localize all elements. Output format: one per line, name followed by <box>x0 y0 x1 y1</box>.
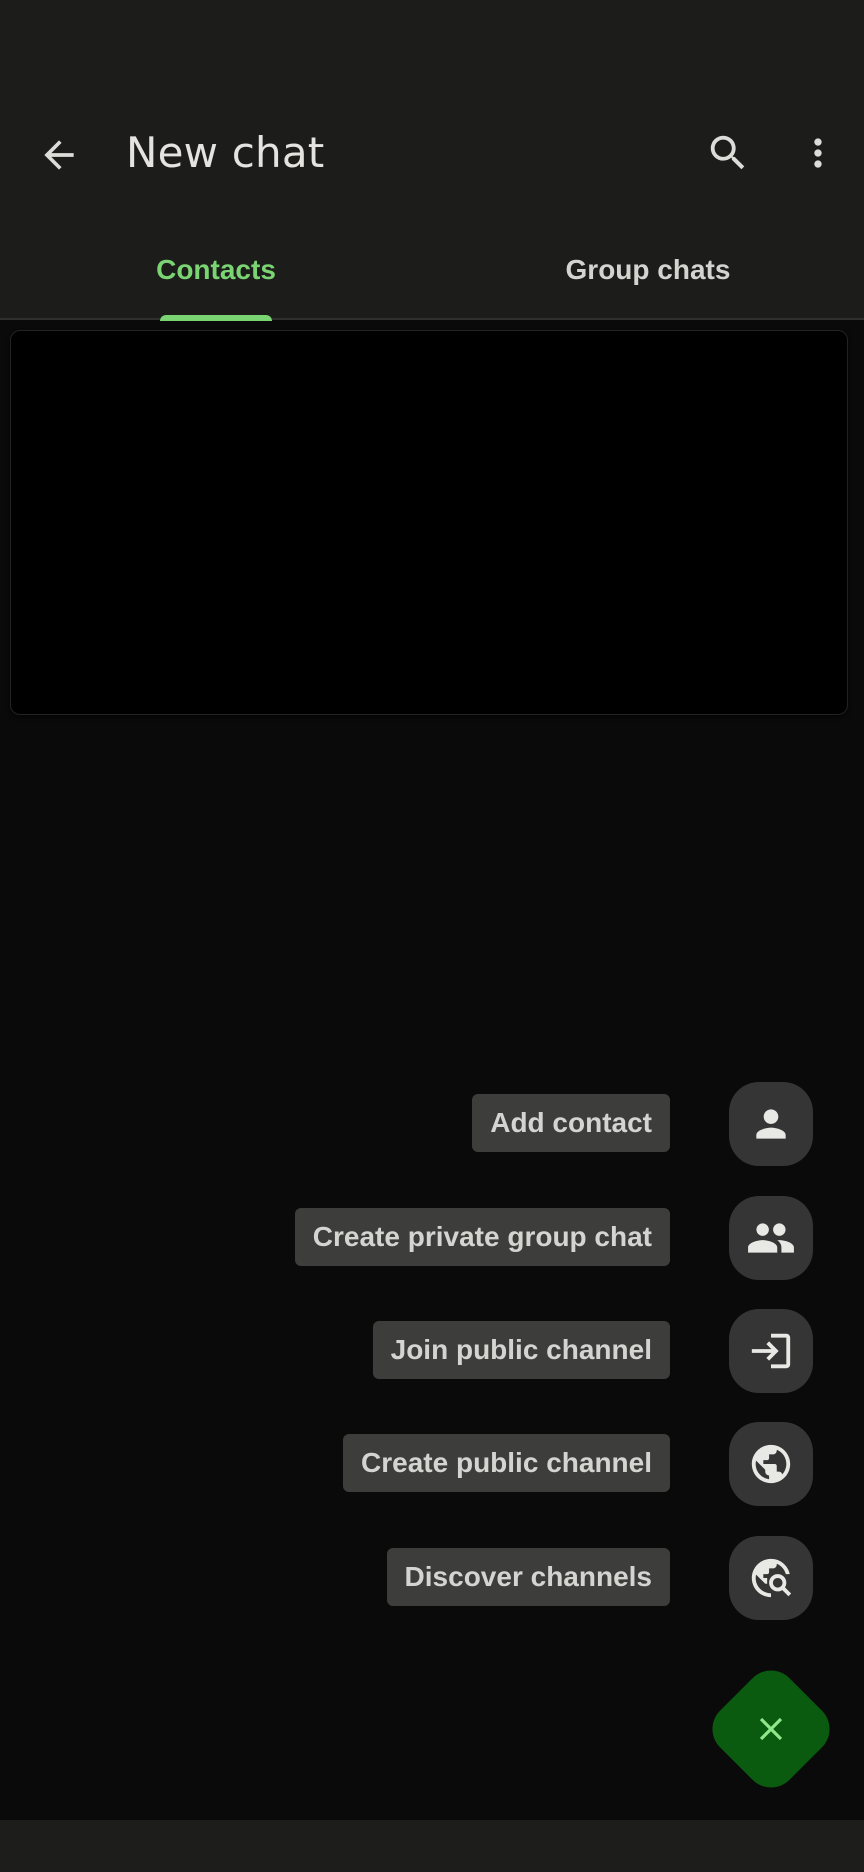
create-public-channel-label[interactable]: Create public channel <box>343 1434 670 1492</box>
app-bar: New chat <box>0 100 864 210</box>
search-button[interactable] <box>692 117 764 189</box>
close-icon <box>759 1717 783 1741</box>
create-private-group-chat-label[interactable]: Create private group chat <box>294 1208 670 1266</box>
system-navigation-bar <box>0 1820 864 1872</box>
page-title: New chat <box>126 128 325 177</box>
create-public-channel-button[interactable] <box>729 1422 813 1506</box>
speed-dial-discover-channels: Discover channels <box>0 1536 864 1620</box>
person-icon <box>756 1109 786 1139</box>
tab-indicator <box>160 315 272 321</box>
more-vert-icon <box>814 138 822 168</box>
travel-explore-icon <box>751 1558 792 1598</box>
globe-icon <box>751 1444 791 1484</box>
tab-contacts-label: Contacts <box>156 254 276 285</box>
tab-bar: Contacts Group chats <box>0 210 864 321</box>
speed-dial-create-private-group: Create private group chat <box>0 1196 864 1280</box>
more-options-button[interactable] <box>782 117 854 189</box>
add-contact-label[interactable]: Add contact <box>472 1094 670 1152</box>
top-area: New chat Contacts Group chats <box>0 0 864 321</box>
new-chat-screen: New chat Contacts Group chats Add contac… <box>0 0 864 1872</box>
login-icon <box>751 1333 791 1369</box>
speed-dial-add-contact: Add contact <box>0 1082 864 1166</box>
tab-group-chats-label: Group chats <box>565 254 731 285</box>
discover-channels-label[interactable]: Discover channels <box>386 1548 670 1606</box>
tab-group-chats[interactable]: Group chats <box>432 210 864 318</box>
back-button[interactable] <box>23 119 95 191</box>
search-icon <box>710 135 745 170</box>
discover-channels-button[interactable] <box>729 1536 813 1620</box>
contacts-panel <box>10 330 848 715</box>
group-icon <box>748 1223 794 1253</box>
join-public-channel-label[interactable]: Join public channel <box>372 1321 670 1379</box>
create-private-group-chat-button[interactable] <box>729 1196 813 1280</box>
join-public-channel-button[interactable] <box>729 1309 813 1393</box>
speed-dial-join-public-channel: Join public channel <box>0 1309 864 1393</box>
close-speed-dial-button[interactable] <box>701 1659 841 1799</box>
status-bar <box>0 0 864 100</box>
speed-dial-create-public-channel: Create public channel <box>0 1422 864 1506</box>
add-contact-button[interactable] <box>729 1082 813 1166</box>
tab-contacts[interactable]: Contacts <box>0 210 432 318</box>
arrow-back-icon <box>44 140 74 170</box>
